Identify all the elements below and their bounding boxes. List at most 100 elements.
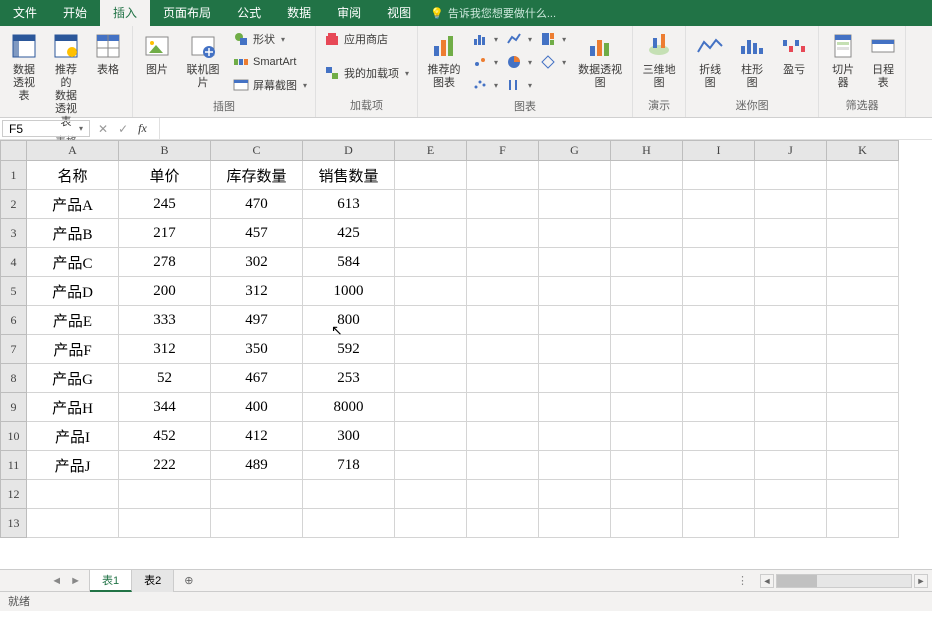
cell-C5[interactable]: 312: [211, 277, 303, 306]
cell-K9[interactable]: [827, 393, 899, 422]
col-header-I[interactable]: I: [683, 141, 755, 161]
cell-E2[interactable]: [395, 190, 467, 219]
cell-F8[interactable]: [467, 364, 539, 393]
cell-H5[interactable]: [611, 277, 683, 306]
cell-H12[interactable]: [611, 480, 683, 509]
cell-F7[interactable]: [467, 335, 539, 364]
cell-A1[interactable]: 名称: [27, 161, 119, 190]
smartart-button[interactable]: SmartArt: [229, 51, 311, 73]
cell-B12[interactable]: [119, 480, 211, 509]
myaddins-button[interactable]: 我的加载项▾: [320, 62, 413, 84]
cell-A5[interactable]: 产品D: [27, 277, 119, 306]
cell-I13[interactable]: [683, 509, 755, 538]
cell-I7[interactable]: [683, 335, 755, 364]
line-chart-menu[interactable]: ▾: [502, 28, 536, 50]
cell-H9[interactable]: [611, 393, 683, 422]
scroll-options-icon[interactable]: ⋮: [737, 574, 748, 587]
cell-G7[interactable]: [539, 335, 611, 364]
cell-A11[interactable]: 产品J: [27, 451, 119, 480]
formula-bar[interactable]: [159, 118, 932, 139]
cell-A9[interactable]: 产品H: [27, 393, 119, 422]
sheet-prev-icon[interactable]: ◄: [51, 575, 62, 587]
cell-A8[interactable]: 产品G: [27, 364, 119, 393]
cell-C4[interactable]: 302: [211, 248, 303, 277]
cell-J12[interactable]: [755, 480, 827, 509]
cell-D8[interactable]: 253: [303, 364, 395, 393]
cell-G9[interactable]: [539, 393, 611, 422]
cell-E7[interactable]: [395, 335, 467, 364]
cancel-icon[interactable]: ✕: [98, 122, 108, 136]
cell-B13[interactable]: [119, 509, 211, 538]
cell-B3[interactable]: 217: [119, 219, 211, 248]
tab-formulas[interactable]: 公式: [224, 0, 274, 26]
cell-I4[interactable]: [683, 248, 755, 277]
cell-C8[interactable]: 467: [211, 364, 303, 393]
hscroll-track[interactable]: [776, 574, 912, 588]
fx-icon[interactable]: fx: [138, 121, 153, 136]
cell-C2[interactable]: 470: [211, 190, 303, 219]
cell-K1[interactable]: [827, 161, 899, 190]
cell-E10[interactable]: [395, 422, 467, 451]
rec-pivot-button[interactable]: 推荐的数据透视表: [46, 28, 86, 131]
cell-K3[interactable]: [827, 219, 899, 248]
cell-E11[interactable]: [395, 451, 467, 480]
tab-home[interactable]: 开始: [50, 0, 100, 26]
cell-G4[interactable]: [539, 248, 611, 277]
cell-D11[interactable]: 718: [303, 451, 395, 480]
cell-G1[interactable]: [539, 161, 611, 190]
row-header-1[interactable]: 1: [1, 161, 27, 190]
tab-insert[interactable]: 插入: [100, 0, 150, 26]
cell-E4[interactable]: [395, 248, 467, 277]
cell-F11[interactable]: [467, 451, 539, 480]
col-header-K[interactable]: K: [827, 141, 899, 161]
cell-I12[interactable]: [683, 480, 755, 509]
sheet-tab-1[interactable]: 表1: [90, 570, 132, 592]
cell-F5[interactable]: [467, 277, 539, 306]
tab-view[interactable]: 视图: [374, 0, 424, 26]
map3d-button[interactable]: 三维地图: [637, 28, 681, 92]
tab-file[interactable]: 文件: [0, 0, 50, 26]
cell-E12[interactable]: [395, 480, 467, 509]
cell-C10[interactable]: 412: [211, 422, 303, 451]
pie-chart-menu[interactable]: ▾: [502, 51, 536, 73]
col-header-A[interactable]: A: [27, 141, 119, 161]
cell-I8[interactable]: [683, 364, 755, 393]
cell-J7[interactable]: [755, 335, 827, 364]
row-header-9[interactable]: 9: [1, 393, 27, 422]
stock-chart-menu[interactable]: ▾: [502, 74, 536, 96]
col-header-E[interactable]: E: [395, 141, 467, 161]
cell-A2[interactable]: 产品A: [27, 190, 119, 219]
pivot-table-button[interactable]: 数据透视表: [4, 28, 44, 105]
sheet-next-icon[interactable]: ►: [70, 575, 81, 587]
cell-G6[interactable]: [539, 306, 611, 335]
cell-I10[interactable]: [683, 422, 755, 451]
cell-A4[interactable]: 产品C: [27, 248, 119, 277]
cell-J5[interactable]: [755, 277, 827, 306]
picture-button[interactable]: 图片: [137, 28, 177, 79]
cell-E13[interactable]: [395, 509, 467, 538]
cell-J11[interactable]: [755, 451, 827, 480]
rec-chart-button[interactable]: 推荐的图表: [422, 28, 466, 92]
cell-A3[interactable]: 产品B: [27, 219, 119, 248]
cell-A6[interactable]: 产品E: [27, 306, 119, 335]
cell-D3[interactable]: 425: [303, 219, 395, 248]
row-header-12[interactable]: 12: [1, 480, 27, 509]
row-header-3[interactable]: 3: [1, 219, 27, 248]
stat-chart-menu[interactable]: ▾: [468, 51, 502, 73]
cell-H4[interactable]: [611, 248, 683, 277]
cell-K6[interactable]: [827, 306, 899, 335]
col-header-H[interactable]: H: [611, 141, 683, 161]
cell-E8[interactable]: [395, 364, 467, 393]
cell-G12[interactable]: [539, 480, 611, 509]
cell-F4[interactable]: [467, 248, 539, 277]
cell-I2[interactable]: [683, 190, 755, 219]
cell-G10[interactable]: [539, 422, 611, 451]
cell-H6[interactable]: [611, 306, 683, 335]
timeline-button[interactable]: 日程表: [865, 28, 901, 92]
cell-I11[interactable]: [683, 451, 755, 480]
cell-J3[interactable]: [755, 219, 827, 248]
spark-winloss-button[interactable]: 盈亏: [774, 28, 814, 79]
col-header-C[interactable]: C: [211, 141, 303, 161]
name-box[interactable]: F5 ▾: [2, 120, 90, 137]
scroll-left-icon[interactable]: ◄: [760, 574, 774, 588]
